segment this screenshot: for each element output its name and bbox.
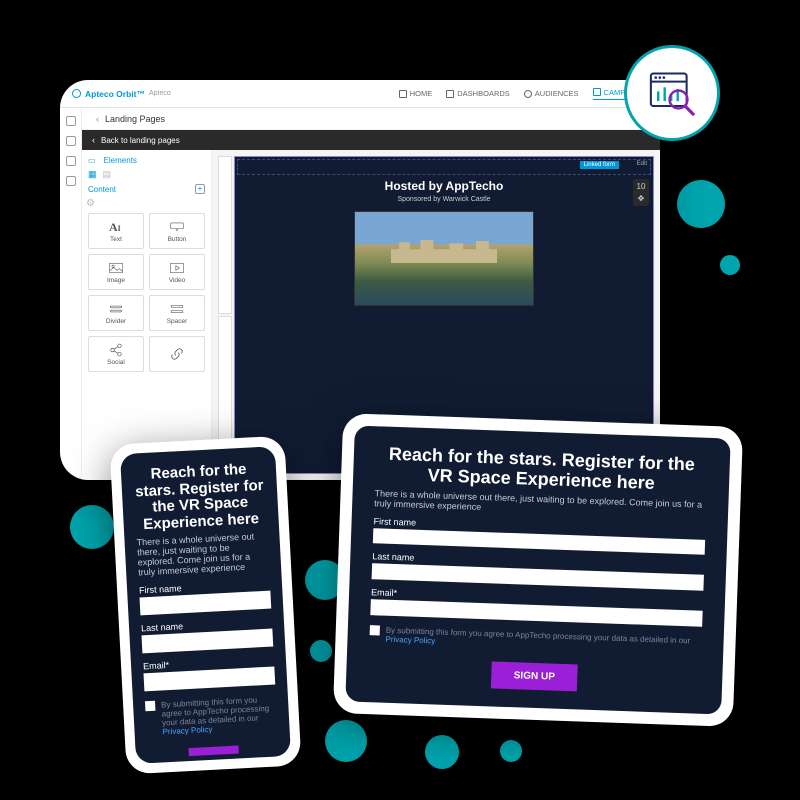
rail-seg[interactable] — [218, 156, 232, 314]
consent-checkbox[interactable] — [370, 625, 380, 635]
privacy-policy-link[interactable]: Privacy Policy — [162, 725, 212, 737]
preview-sponsor: Sponsored by Warwick Castle — [397, 196, 490, 203]
rail-icon-4[interactable] — [66, 176, 76, 186]
signup-button[interactable]: SIGN UP — [491, 661, 577, 691]
analytics-badge — [624, 45, 720, 141]
home-icon — [399, 90, 407, 98]
decoration-dot — [325, 720, 367, 762]
decoration-dot — [500, 740, 522, 762]
video-icon — [170, 261, 184, 275]
page-title: Landing Pages — [105, 114, 165, 124]
audiences-icon — [524, 90, 532, 98]
nav-aud-label: AUDIENCES — [535, 89, 579, 98]
preview-title: Hosted by AppTecho — [385, 179, 504, 193]
dashboard-icon — [446, 90, 454, 98]
consent-checkbox[interactable] — [145, 701, 156, 712]
element-divider[interactable]: Divider — [88, 295, 144, 331]
phone-form: Reach for the stars. Register for the VR… — [120, 446, 291, 764]
brand-name: Apteco Orbit™ — [85, 89, 145, 99]
analytics-search-icon — [646, 67, 698, 119]
settings-icon[interactable]: ⚙ — [86, 198, 95, 209]
element-spacer[interactable]: Spacer — [149, 295, 205, 331]
divider-icon — [109, 302, 123, 316]
linked-form-badge: Linked form — [580, 161, 619, 169]
element-image[interactable]: Image — [88, 254, 144, 290]
tablet-form: Reach for the stars. Register for the VR… — [345, 426, 730, 715]
brand-sub: Apteco — [149, 90, 171, 97]
back-bar-label: Back to landing pages — [101, 136, 180, 145]
link-icon — [170, 347, 184, 361]
element-text[interactable]: AI Text — [88, 213, 144, 249]
decoration-dot — [425, 735, 459, 769]
element-link[interactable] — [149, 336, 205, 372]
decoration-dot — [720, 255, 740, 275]
elements-grid: AI Text Button Image — [88, 213, 205, 372]
elements-tabs: ▭ Elements — [88, 156, 205, 165]
consent-pre: By submitting this form you agree to App… — [161, 695, 269, 727]
signup-button[interactable] — [188, 745, 238, 756]
left-rail — [60, 108, 82, 480]
add-element-button[interactable]: + — [195, 184, 205, 194]
nav-home[interactable]: HOME — [399, 88, 433, 100]
rail-icon-2[interactable] — [66, 136, 76, 146]
privacy-policy-link[interactable]: Privacy Policy — [385, 635, 435, 646]
form-heading: Reach for the stars. Register for the VR… — [133, 461, 267, 534]
el-label: Image — [107, 277, 125, 284]
el-label: Social — [107, 359, 125, 366]
subtab-icon-1[interactable]: ▦ — [88, 169, 97, 180]
count-badge: 10 — [637, 182, 646, 191]
form-heading: Reach for the stars. Register for the VR… — [375, 444, 708, 495]
el-label: Video — [169, 277, 186, 284]
tab-elements[interactable]: Elements — [104, 156, 137, 165]
element-video[interactable]: Video — [149, 254, 205, 290]
nav-dash-label: DASHBOARDS — [457, 89, 510, 98]
nav-home-label: HOME — [410, 89, 433, 98]
campaigns-icon — [593, 88, 601, 96]
image-icon — [109, 261, 123, 275]
back-bar[interactable]: ‹ Back to landing pages — [82, 130, 660, 150]
elements-panel: ▭ Elements ▦ ▤ Content + ⚙ AI — [82, 150, 212, 480]
decoration-dot — [70, 505, 114, 549]
element-social[interactable]: Social — [88, 336, 144, 372]
spacer-icon — [170, 302, 184, 316]
consent-text: By submitting this form you agree to App… — [385, 626, 701, 655]
tablet-mockup: Reach for the stars. Register for the VR… — [333, 413, 743, 727]
element-button[interactable]: Button — [149, 213, 205, 249]
app-topbar: Apteco Orbit™ Apteco HOME DASHBOARDS AUD… — [60, 80, 660, 108]
consent-row: By submitting this form you agree to App… — [369, 625, 701, 655]
rail-icon-1[interactable] — [66, 116, 76, 126]
consent-text: By submitting this form you agree to App… — [161, 694, 278, 736]
form-desc: There is a whole universe out there, jus… — [136, 531, 269, 578]
button-icon — [170, 220, 184, 234]
text-icon: AI — [109, 220, 123, 234]
decoration-dot — [310, 640, 332, 662]
el-label: Divider — [106, 318, 126, 325]
top-nav: HOME DASHBOARDS AUDIENCES CAMPAIGNS — [399, 88, 648, 100]
phone-mockup: Reach for the stars. Register for the VR… — [109, 436, 301, 775]
preview-tools: 10 ✥ — [633, 179, 649, 206]
brand-logo — [72, 89, 81, 98]
decoration-dot — [677, 180, 725, 228]
el-label: Button — [168, 236, 187, 243]
share-icon — [109, 343, 123, 357]
consent-row: By submitting this form you agree to App… — [145, 694, 278, 737]
layout-tab-icon[interactable]: ▭ — [88, 156, 96, 165]
chevron-left-icon: ‹ — [92, 135, 95, 145]
rail-icon-3[interactable] — [66, 156, 76, 166]
nav-dashboards[interactable]: DASHBOARDS — [446, 88, 510, 100]
preview-image — [354, 211, 534, 306]
subtab-icon-2[interactable]: ▤ — [103, 169, 112, 180]
content-heading: Content — [88, 185, 116, 194]
chevron-left-icon[interactable]: ‹ — [96, 114, 99, 124]
el-label: Text — [110, 236, 122, 243]
el-label: Spacer — [167, 318, 188, 325]
tool-move-icon[interactable]: ✥ — [637, 194, 646, 203]
canvas-rail — [218, 156, 232, 474]
edit-link[interactable]: Edit — [637, 161, 647, 167]
breadcrumb: ‹ Landing Pages — [82, 108, 660, 130]
nav-audiences[interactable]: AUDIENCES — [524, 88, 579, 100]
